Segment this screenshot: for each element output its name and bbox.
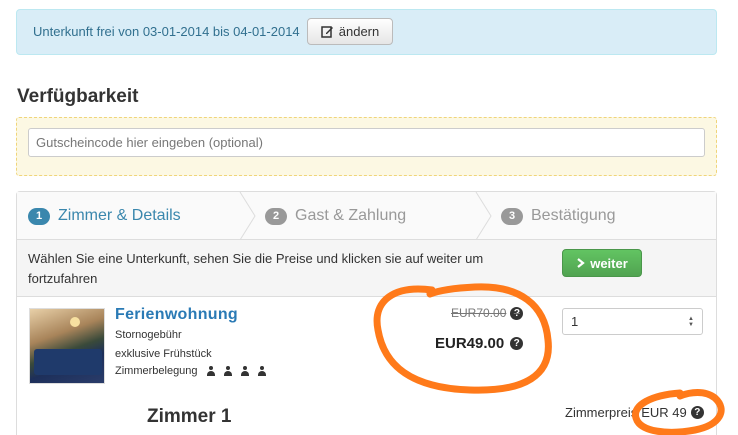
occupancy: Zimmerbelegung bbox=[115, 365, 266, 377]
person-icon bbox=[240, 366, 249, 376]
availability-text: Unterkunft frei von 03-01-2014 bis 04-01… bbox=[33, 24, 300, 39]
old-price-value: EUR70.00 bbox=[451, 306, 507, 320]
room-quantity-value: 1 bbox=[571, 314, 579, 329]
wizard-steps: 1 Zimmer & Details 2 Gast & Zahlung 3 Be… bbox=[17, 192, 716, 240]
room-quantity-select[interactable]: 1 ▲ ▼ bbox=[562, 308, 703, 335]
voucher-input[interactable] bbox=[28, 128, 705, 157]
room-heading: Zimmer 1 bbox=[147, 406, 232, 427]
booking-wizard: 1 Zimmer & Details 2 Gast & Zahlung 3 Be… bbox=[16, 191, 717, 435]
room-price-label: Zimmerpreis bbox=[565, 405, 638, 420]
new-price: EUR49.00 ? bbox=[435, 335, 524, 352]
old-price: EUR70.00 ? bbox=[451, 306, 524, 320]
step-divider-icon bbox=[239, 192, 256, 240]
person-icon bbox=[206, 366, 215, 376]
room-name-link[interactable]: Ferienwohnung bbox=[115, 306, 238, 324]
step-label: Bestätigung bbox=[531, 207, 616, 224]
question-circle-icon[interactable]: ? bbox=[510, 306, 524, 320]
step-label: Zimmer & Details bbox=[58, 207, 181, 224]
chevron-right-icon bbox=[577, 258, 585, 268]
change-dates-button[interactable]: ändern bbox=[307, 18, 393, 45]
step-guest[interactable]: 2 Gast & Zahlung bbox=[265, 192, 406, 240]
question-circle-icon[interactable]: ? bbox=[510, 337, 524, 350]
page-title: Verfügbarkeit bbox=[17, 86, 139, 107]
cancellation-fee[interactable]: Stornogebühr bbox=[115, 329, 182, 341]
voucher-box bbox=[16, 117, 717, 176]
occupancy-label: Zimmerbelegung bbox=[115, 365, 198, 377]
change-dates-label: ändern bbox=[338, 24, 380, 39]
edit-icon bbox=[321, 26, 333, 38]
step-divider-icon bbox=[475, 192, 492, 240]
availability-notice: Unterkunft frei von 03-01-2014 bis 04-01… bbox=[16, 9, 717, 55]
next-button[interactable]: weiter bbox=[562, 249, 642, 277]
step-number: 3 bbox=[501, 207, 523, 225]
instruction-text: Wählen Sie eine Unterkunft, sehen Sie di… bbox=[28, 251, 484, 286]
step-number: 1 bbox=[28, 207, 50, 225]
step-label: Gast & Zahlung bbox=[295, 207, 407, 224]
room-photo[interactable] bbox=[29, 308, 105, 384]
select-arrows-icon: ▲ ▼ bbox=[688, 315, 694, 328]
room-price: Zimmerpreis EUR 49 ? bbox=[565, 405, 704, 420]
person-icon bbox=[257, 366, 266, 376]
step-number: 2 bbox=[265, 207, 287, 225]
step-rooms[interactable]: 1 Zimmer & Details bbox=[28, 192, 181, 240]
breakfast-info: exklusive Frühstück bbox=[115, 348, 212, 360]
new-price-value: EUR49.00 bbox=[435, 335, 505, 352]
person-icon bbox=[223, 366, 232, 376]
step-confirmation[interactable]: 3 Bestätigung bbox=[501, 192, 616, 240]
instruction-row: Wählen Sie eine Unterkunft, sehen Sie di… bbox=[17, 240, 716, 297]
next-button-label: weiter bbox=[590, 255, 628, 271]
question-circle-icon[interactable]: ? bbox=[690, 406, 704, 419]
room-price-value: EUR 49 bbox=[641, 405, 687, 420]
